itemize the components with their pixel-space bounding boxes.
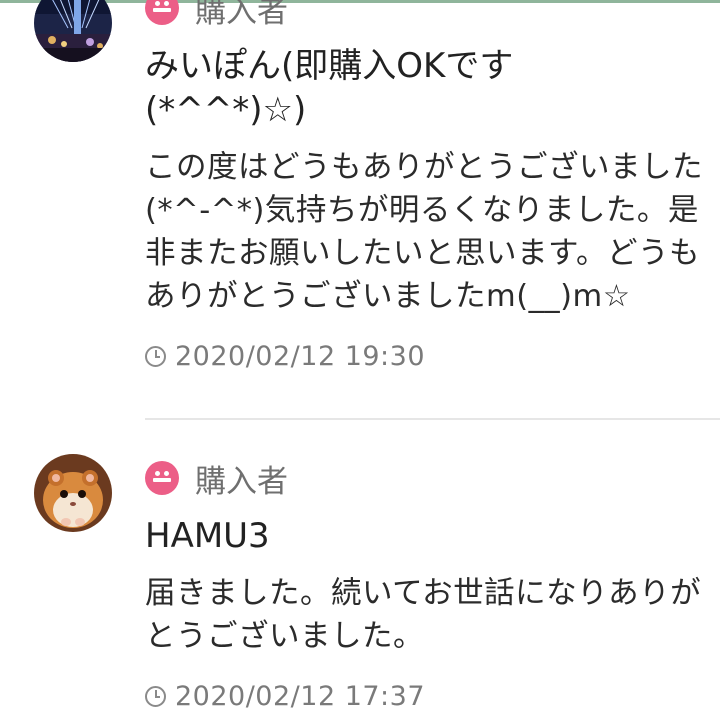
clock-icon	[145, 685, 166, 707]
review-content: 購入者 HAMU3 届きました。続いてお世話になりありがとうございました。 20…	[145, 448, 705, 714]
avatar-night-city-image	[34, 0, 112, 62]
smiley-icon	[145, 0, 179, 25]
review-comment: この度はどうもありがとうございました(*^-^*)気持ちが明るくなりました。是非…	[145, 150, 703, 314]
clock-icon	[145, 345, 166, 367]
review-comment: 届きました。続いてお世話になりありがとうございました。	[145, 576, 702, 654]
timestamp: 2020/02/12 17:37	[175, 680, 426, 712]
username-line: (*^^*)☆)	[145, 90, 307, 130]
user-avatar[interactable]	[34, 0, 112, 62]
divider	[145, 418, 720, 420]
role-row: 購入者	[145, 0, 705, 38]
role-label: 購入者	[195, 463, 288, 500]
smiley-icon	[145, 461, 179, 495]
role-label: 購入者	[195, 0, 288, 30]
role-row: 購入者	[145, 448, 705, 508]
user-avatar[interactable]	[34, 454, 112, 532]
avatar-hamster-image	[34, 454, 112, 532]
username[interactable]: HAMU3	[145, 514, 705, 558]
timestamp-row: 2020/02/12 19:30	[145, 338, 705, 374]
timestamp: 2020/02/12 19:30	[175, 340, 426, 372]
review-content: 購入者 みいぽん(即購入OKです (*^^*)☆) この度はどうもありがとうござ…	[145, 0, 705, 374]
timestamp-row: 2020/02/12 17:37	[145, 678, 705, 714]
username-line: みいぽん(即購入OKです	[145, 46, 514, 86]
username[interactable]: みいぽん(即購入OKです (*^^*)☆)	[145, 44, 705, 132]
